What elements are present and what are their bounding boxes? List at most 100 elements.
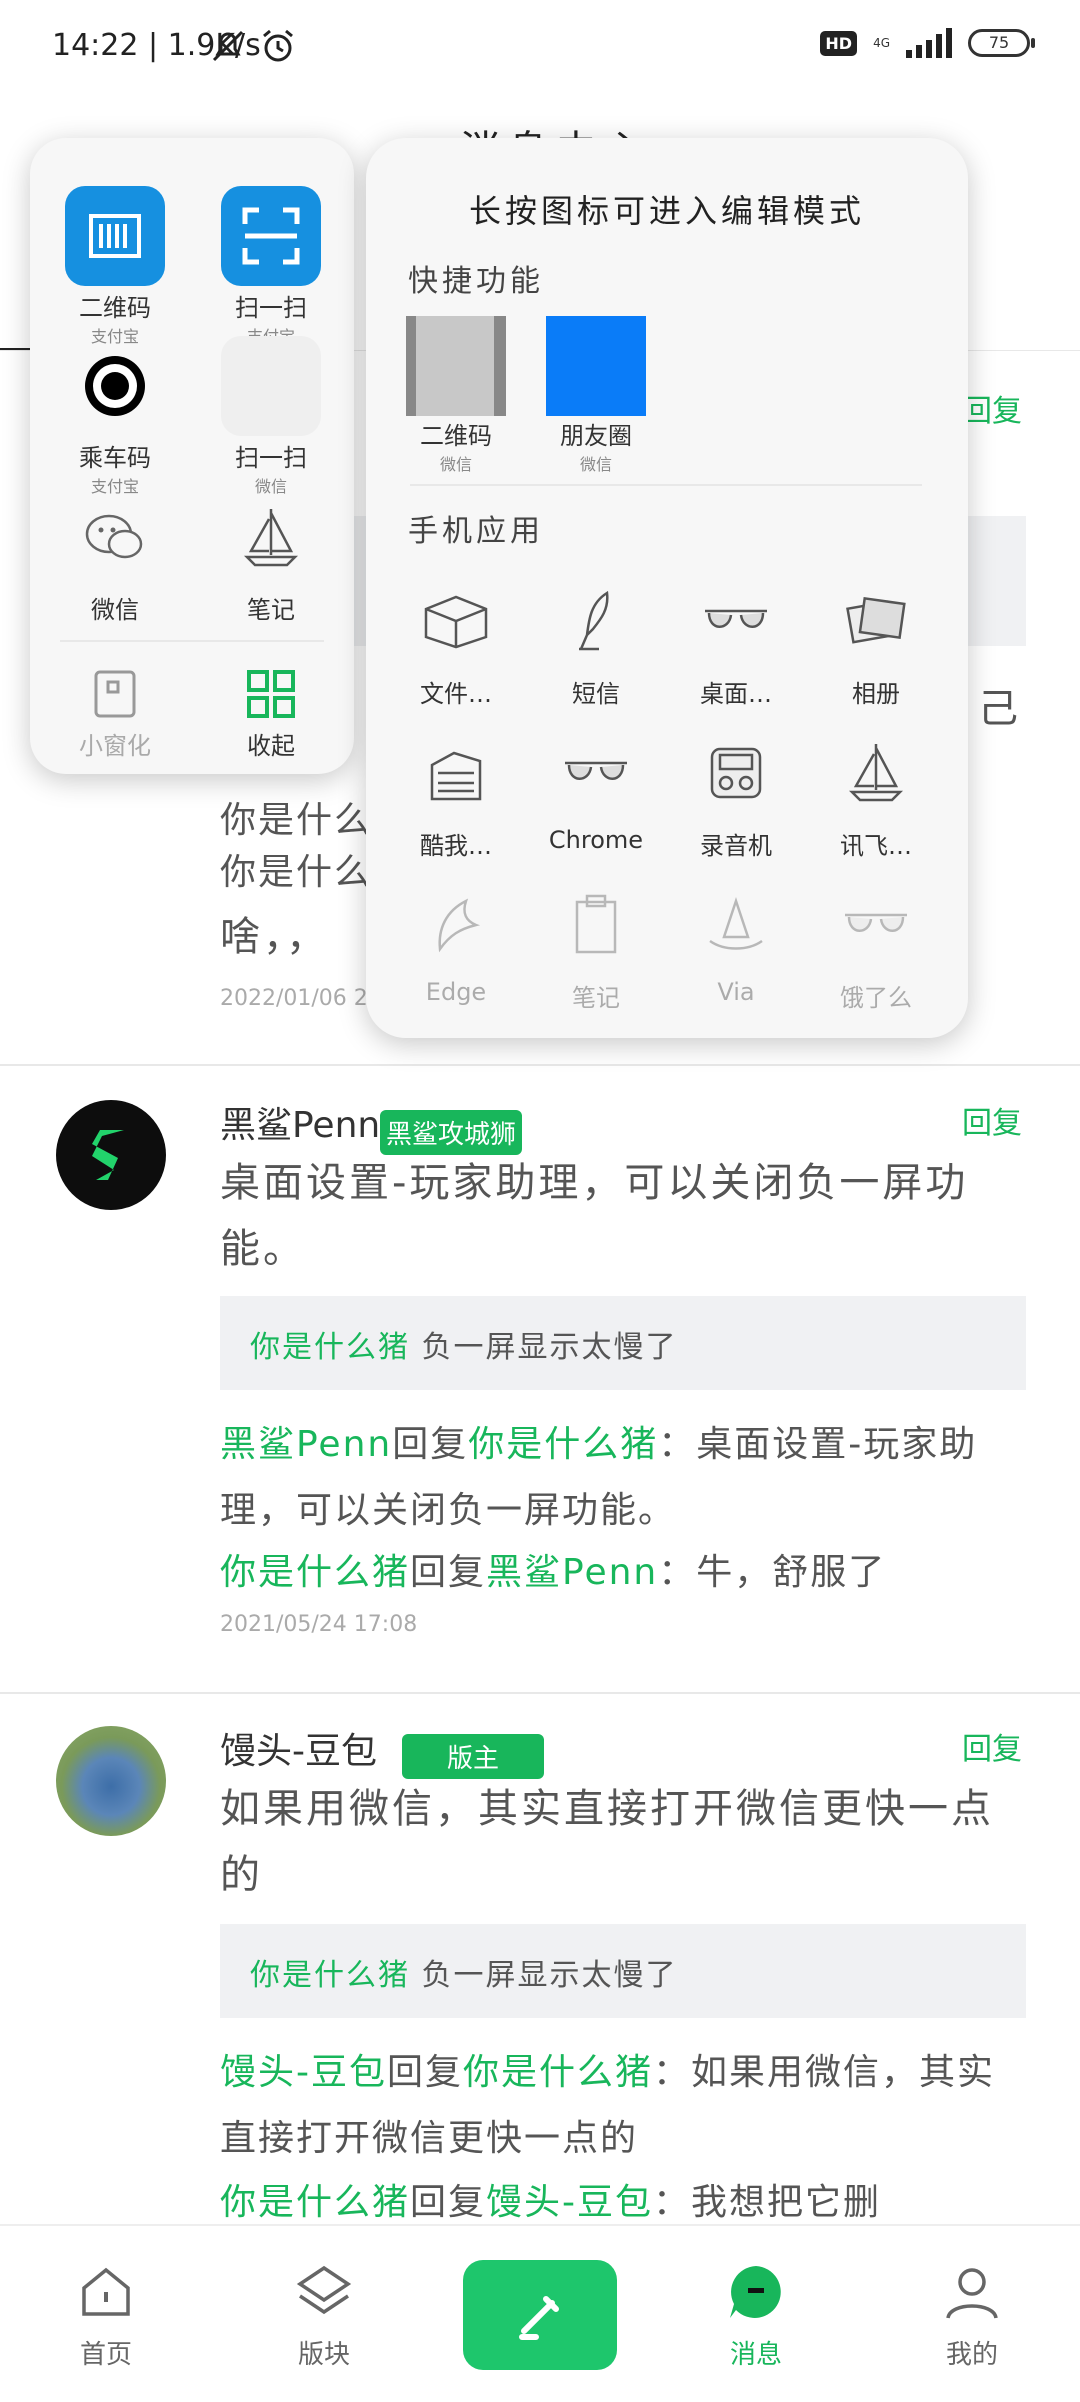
app-eleme[interactable]: 饿了么: [806, 880, 946, 1013]
app-kuwo[interactable]: 酷我…: [386, 728, 526, 861]
app-label: 讯飞…: [840, 832, 912, 860]
shortcut-sub: 微信: [439, 455, 472, 474]
qr-code-icon: [65, 186, 165, 286]
shortcut-label: 微信: [91, 596, 139, 624]
section-apps: 手机应用: [408, 514, 544, 549]
sub-reply: 馒头-豆包回复你是什么猪：如果用微信，其实直接打开微信更快一点的: [220, 2040, 1030, 2172]
sub-reply-text: ：我想把它删: [653, 2182, 882, 2223]
sub-reply-target[interactable]: 馒头-豆包: [486, 2182, 653, 2223]
quote-content: 你是什么猪 负一屏显示太慢了: [250, 1950, 678, 1994]
nav-me[interactable]: 我的: [912, 2262, 1032, 2371]
battery-icon: 75: [968, 29, 1035, 57]
app-desktop[interactable]: 桌面…: [666, 576, 806, 709]
shortcut-label: 二维码: [79, 294, 151, 322]
sub-reply: 你是什么猪回复黑鲨Penn：牛，舒服了: [220, 1540, 1030, 1606]
app-label: 文件…: [420, 680, 492, 708]
sub-reply-user[interactable]: 你是什么: [220, 840, 372, 906]
shortcut-wechat[interactable]: 微信: [50, 488, 180, 625]
avatar[interactable]: [56, 1100, 166, 1210]
app-files[interactable]: 文件…: [386, 576, 526, 709]
divider: [410, 484, 922, 486]
mini-window-button[interactable]: 小窗化: [50, 668, 180, 761]
app-edge[interactable]: Edge: [386, 880, 526, 1006]
nav-label: 版块: [297, 2340, 350, 2370]
app-via[interactable]: Via: [666, 880, 806, 1006]
shortcut-wechat-qrcode[interactable]: 二维码 微信: [386, 316, 526, 475]
comment-text: 啥，，: [220, 914, 329, 960]
mini-window-icon: [50, 668, 180, 724]
sailboat-icon: [221, 488, 321, 588]
app-chrome[interactable]: Chrome: [526, 728, 666, 854]
mini-window-label: 小窗化: [79, 732, 151, 760]
shortcut-notes[interactable]: 笔记: [206, 488, 336, 625]
wechat-icon: [65, 488, 165, 588]
sub-reply-target[interactable]: 黑鲨Penn: [486, 1552, 658, 1593]
comment-author[interactable]: 黑鲨Penn: [220, 1096, 380, 1148]
shortcut-label: 扫一扫: [235, 444, 307, 472]
sub-reply-user[interactable]: 馒头-豆包: [220, 2052, 387, 2093]
shortcut-alipay-qrcode[interactable]: 二维码 支付宝: [50, 186, 180, 347]
sub-reply-user[interactable]: 你是什么猪: [220, 2182, 410, 2223]
quote-text: 负一屏显示太慢了: [421, 1330, 678, 1365]
nav-label: 我的: [945, 2340, 998, 2370]
bus-code-icon: [65, 336, 165, 436]
app-label: 桌面…: [700, 680, 772, 708]
sub-reply-user[interactable]: 你是什么猪: [220, 1552, 410, 1593]
sunglasses-icon: [691, 576, 781, 666]
network-type: 4G: [873, 36, 890, 50]
signal-icon: [906, 28, 952, 58]
mute-icon: [208, 26, 248, 70]
shortcut-sub: 微信: [579, 455, 612, 474]
app-label: 笔记: [572, 984, 620, 1012]
quote-user[interactable]: 你是什么猪: [250, 1330, 410, 1365]
feather-pen-icon: [551, 576, 641, 666]
shortcut-label: 乘车码: [79, 444, 151, 472]
nav-home[interactable]: 首页: [46, 2262, 166, 2371]
divider: [60, 640, 324, 642]
sub-reply-target[interactable]: 你是什么猪: [468, 1424, 658, 1465]
shortcut-label: 二维码: [420, 422, 492, 450]
compose-button[interactable]: [463, 2260, 617, 2370]
app-recorder[interactable]: 录音机: [666, 728, 806, 861]
comment-author[interactable]: 馒头-豆包: [220, 1722, 377, 1774]
app-iflytek[interactable]: 讯飞…: [806, 728, 946, 861]
sub-reply-target[interactable]: 你是什么猪: [463, 2052, 653, 2093]
nav-label: 首页: [79, 2340, 132, 2370]
bottom-nav: 首页 版块 消息 我的: [0, 2224, 1080, 2402]
section-shortcuts: 快捷功能: [408, 264, 544, 299]
collapse-button[interactable]: 收起: [206, 668, 336, 761]
clipboard-icon: [551, 880, 641, 970]
home-icon: [46, 2262, 166, 2326]
shortcut-moments[interactable]: 朋友圈 微信: [526, 316, 666, 475]
nav-boards[interactable]: 版块: [264, 2262, 384, 2371]
reply-link[interactable]: 回复: [962, 1098, 1022, 1142]
app-label: 相册: [852, 680, 900, 708]
app-sms[interactable]: 短信: [526, 576, 666, 709]
quote-content: 你是什么猪 负一屏显示太慢了: [250, 1322, 678, 1366]
avatar[interactable]: [56, 1726, 166, 1836]
app-label: Chrome: [548, 826, 644, 854]
shortcut-wechat-scan[interactable]: 扫一扫 微信: [206, 336, 336, 497]
comment-text: 如果用微信，其实直接打开微信更快一点的: [220, 1786, 994, 1898]
app-gallery[interactable]: 相册: [806, 576, 946, 709]
reply-link[interactable]: 回复: [962, 386, 1022, 430]
reply-link[interactable]: 回复: [962, 1724, 1022, 1768]
shortcut-label: 笔记: [247, 596, 295, 624]
banana-icon: [411, 880, 501, 970]
layers-icon: [264, 2262, 384, 2326]
nav-label: 消息: [729, 2340, 782, 2370]
shortcut-alipay-bus[interactable]: 乘车码 支付宝: [50, 336, 180, 497]
comment-date: 2022/01/06 23: [220, 986, 382, 1011]
sub-reply-user[interactable]: 黑鲨Penn: [220, 1424, 392, 1465]
comment-text: 桌面设置-玩家助理，可以关闭负一屏功能。: [220, 1160, 969, 1272]
sub-reply-mid: 回复: [392, 1424, 469, 1465]
app-notes[interactable]: 笔记: [526, 880, 666, 1013]
comment-text-tail: 己: [978, 686, 1021, 732]
nav-messages[interactable]: 消息: [696, 2262, 816, 2371]
radio-icon: [691, 728, 781, 818]
user-icon: [912, 2262, 1032, 2326]
quote-user[interactable]: 你是什么猪: [250, 1958, 410, 1993]
sub-reply-text: ：牛，舒服了: [658, 1552, 887, 1593]
sub-reply-mid: 回复: [387, 2052, 464, 2093]
shortcut-alipay-scan[interactable]: 扫一扫 支付宝: [206, 186, 336, 347]
